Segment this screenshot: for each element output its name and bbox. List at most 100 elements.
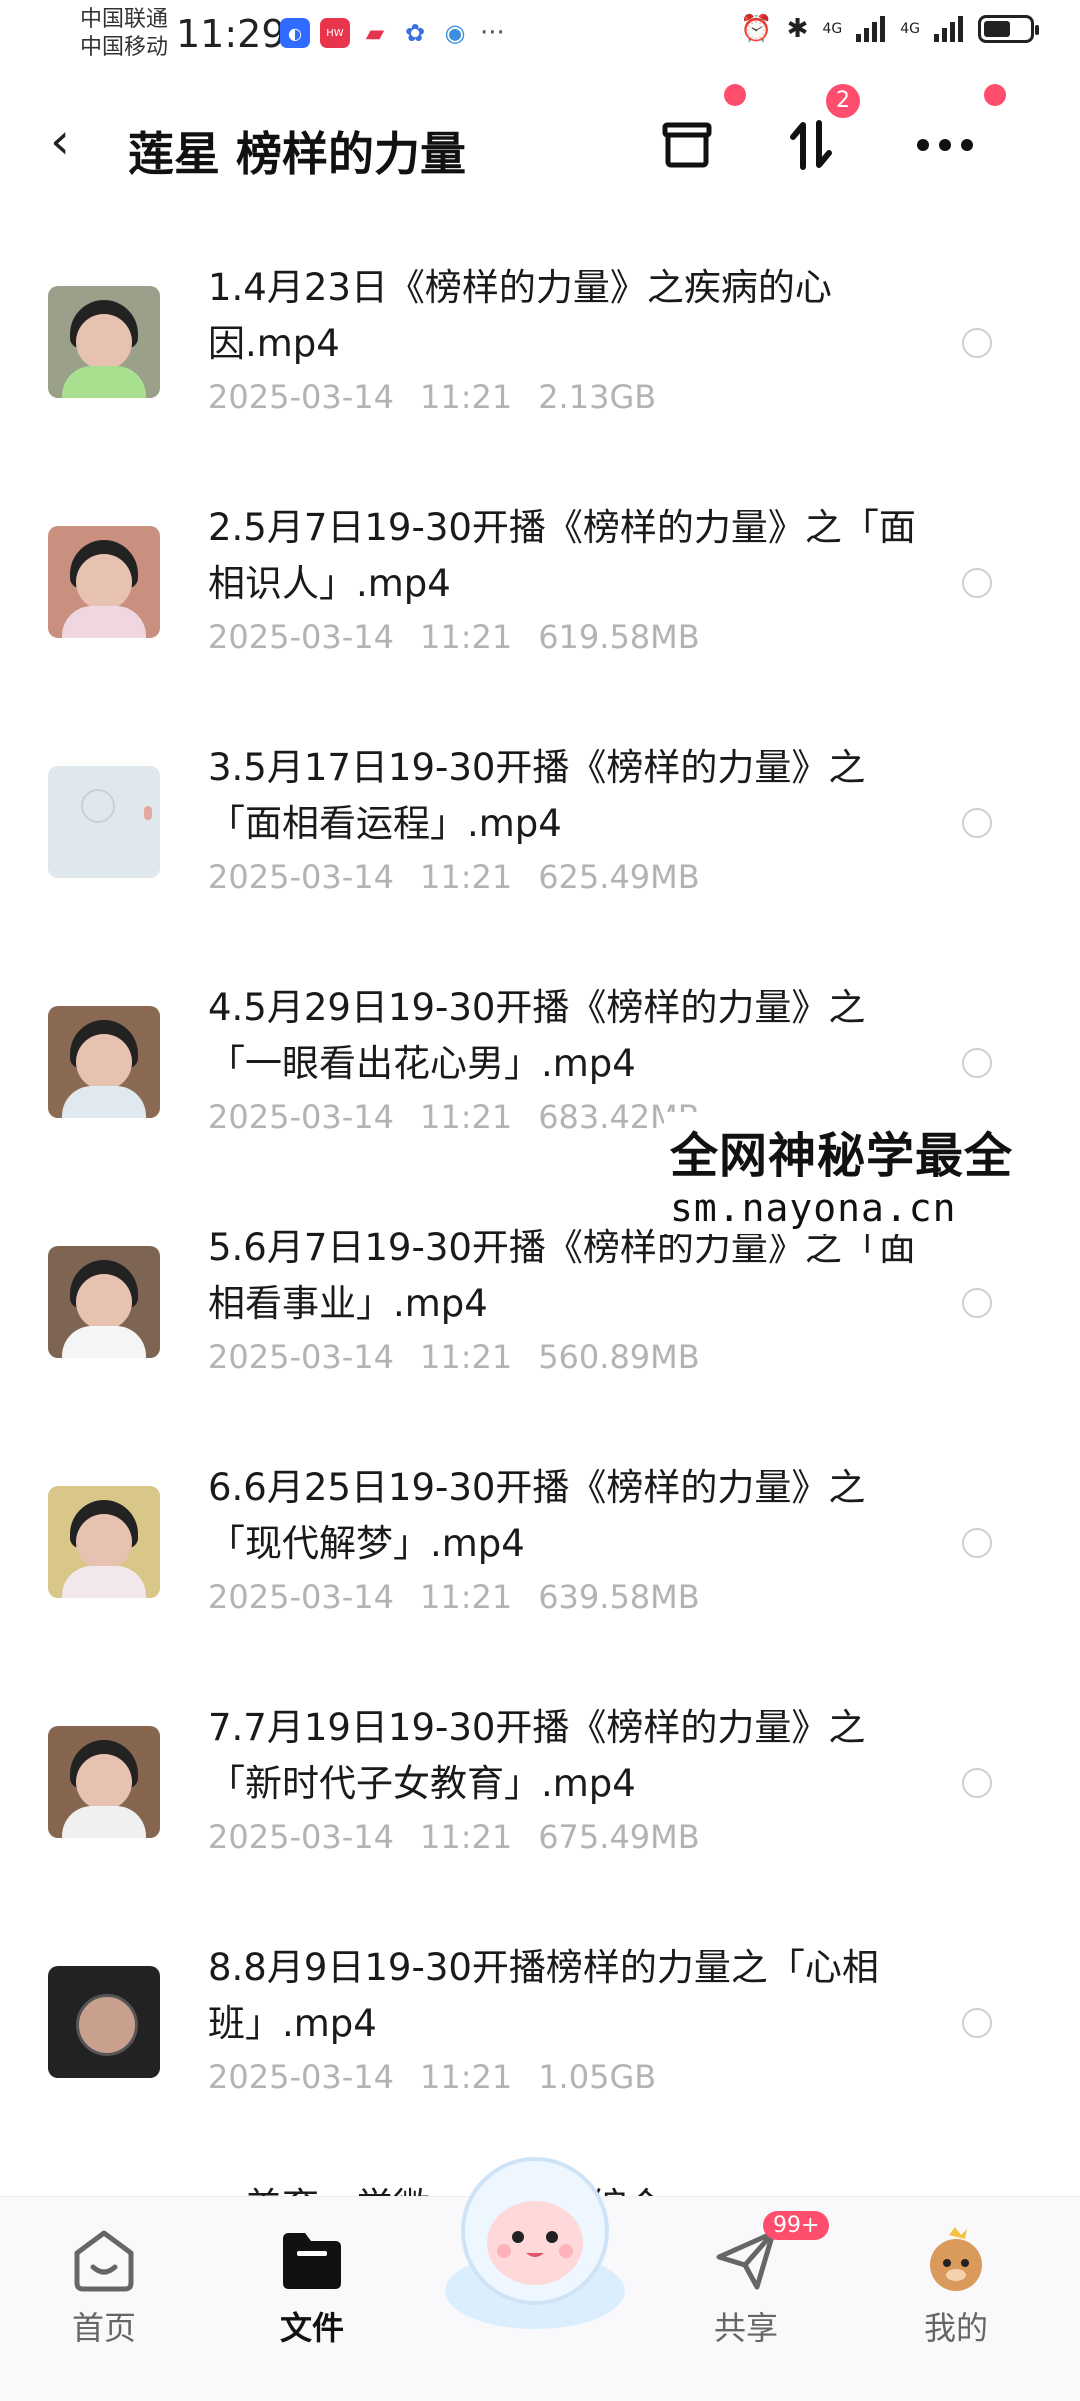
video-thumbnail — [48, 1726, 160, 1838]
file-date: 2025-03-14 — [208, 1578, 394, 1616]
select-radio[interactable] — [962, 2008, 992, 2038]
status-bar: 中国联通 中国移动 11:29 ◐ HW ▰ ✿ ◉ ··· ⏰ ✱ 4G 4G — [0, 0, 1080, 72]
carrier-info: 中国联通 中国移动 — [80, 6, 168, 62]
browser-icon: ◉ — [440, 18, 470, 48]
huawei-icon: HW — [320, 18, 350, 48]
nav-share[interactable]: 99+ 共享 — [666, 2211, 830, 2349]
more-notifications-icon: ··· — [480, 18, 505, 48]
video-thumbnail — [48, 1966, 160, 2078]
battery-level — [984, 21, 1010, 37]
network-type-2: 4G — [900, 21, 920, 37]
select-radio[interactable] — [962, 1288, 992, 1318]
file-size: 1.05GB — [538, 2058, 657, 2096]
file-meta: 2025-03-14 11:21 619.58MB — [208, 618, 700, 656]
select-radio[interactable] — [962, 808, 992, 838]
book-icon: ▰ — [360, 18, 390, 48]
video-thumbnail — [48, 286, 160, 398]
avatar-icon — [930, 2227, 982, 2291]
file-name: 1.4月23日《榜样的力量》之疾病的心因.mp4 — [208, 266, 832, 365]
select-radio[interactable] — [962, 328, 992, 358]
video-thumbnail — [48, 1006, 160, 1118]
more-button[interactable] — [910, 110, 980, 180]
file-time: 11:21 — [419, 618, 513, 656]
top-bar: ‹ 莲星 榜样的力量 2 — [0, 84, 1080, 200]
file-meta: 2025-03-14 11:21 625.49MB — [208, 858, 700, 896]
page-title: 莲星 榜样的力量 — [128, 127, 467, 181]
file-row[interactable]: 6.6月25日19-30开播《榜样的力量》之「现代解梦」.mp4 2025-03… — [0, 1460, 1080, 1700]
file-size: 639.58MB — [538, 1578, 700, 1616]
file-name: 5.6月7日19-30开播《榜样的力量》之「面相看事业」.mp4 — [208, 1226, 916, 1325]
file-size: 619.58MB — [538, 618, 700, 656]
folder-icon — [283, 2233, 341, 2289]
video-thumbnail — [48, 1486, 160, 1598]
baidu-icon: ✿ — [400, 18, 430, 48]
nav-mine[interactable]: 我的 — [876, 2225, 1036, 2349]
nav-files-label: 文件 — [279, 2309, 344, 2347]
select-radio[interactable] — [962, 1048, 992, 1078]
more-icon — [917, 139, 973, 151]
status-time: 11:29 — [176, 12, 286, 56]
file-date: 2025-03-14 — [208, 378, 394, 416]
file-size: 2.13GB — [538, 378, 657, 416]
sort-icon — [790, 120, 832, 170]
file-meta: 2025-03-14 11:21 683.42MB — [208, 1098, 700, 1136]
file-time: 11:21 — [419, 1098, 513, 1136]
file-time: 11:21 — [419, 858, 513, 896]
nav-home-label: 首页 — [71, 2309, 136, 2347]
file-meta: 2025-03-14 11:21 639.58MB — [208, 1578, 700, 1616]
file-time: 11:21 — [419, 1578, 513, 1616]
home-icon — [74, 2230, 134, 2292]
file-size: 625.49MB — [538, 858, 700, 896]
file-meta: 2025-03-14 11:21 560.89MB — [208, 1338, 700, 1376]
file-row[interactable]: 7.7月19日19-30开播《榜样的力量》之「新时代子女教育」.mp4 2025… — [0, 1700, 1080, 1940]
file-name: 7.7月19日19-30开播《榜样的力量》之「新时代子女教育」.mp4 — [208, 1706, 866, 1805]
sort-badge: 2 — [826, 84, 860, 118]
select-radio[interactable] — [962, 1768, 992, 1798]
select-radio[interactable] — [962, 568, 992, 598]
nav-mine-label: 我的 — [923, 2309, 988, 2347]
file-time: 11:21 — [419, 2058, 513, 2096]
carrier-1: 中国联通 — [80, 7, 169, 32]
notification-dot — [984, 84, 1006, 106]
alarm-icon: ⏰ — [740, 14, 773, 44]
watermark-line-1: 全网神秘学最全 — [670, 1128, 1014, 1184]
nav-share-label: 共享 — [713, 2309, 778, 2347]
archive-icon — [662, 122, 712, 168]
file-date: 2025-03-14 — [208, 858, 394, 896]
bottom-nav: 首页 文件 99+ 共享 我的 — [0, 2157, 1080, 2401]
file-row[interactable]: 3.5月17日19-30开播《榜样的力量》之「面相看运程」.mp4 2025-0… — [0, 740, 1080, 980]
file-date: 2025-03-14 — [208, 1818, 394, 1856]
video-thumbnail — [48, 526, 160, 638]
archive-button[interactable] — [652, 110, 722, 180]
app-notification-icon: ◐ — [280, 18, 310, 48]
file-date: 2025-03-14 — [208, 618, 394, 656]
file-date: 2025-03-14 — [208, 2058, 394, 2096]
video-thumbnail — [48, 766, 160, 878]
file-name: 2.5月7日19-30开播《榜样的力量》之「面相识人」.mp4 — [208, 506, 916, 605]
file-date: 2025-03-14 — [208, 1338, 394, 1376]
mascot-button[interactable] — [430, 2131, 640, 2341]
notification-icons: ◐ HW ▰ ✿ ◉ ··· — [280, 18, 505, 48]
status-right: ⏰ ✱ 4G 4G — [740, 14, 1039, 44]
nav-home[interactable]: 首页 — [24, 2225, 184, 2349]
watermark: 全网神秘学最全 sm.nayona.cn — [664, 1112, 1020, 1234]
file-size: 560.89MB — [538, 1338, 700, 1376]
network-type-1: 4G — [822, 21, 843, 37]
watermark-line-2: sm.nayona.cn — [670, 1186, 957, 1230]
signal-icon — [856, 16, 886, 42]
file-name: 8.8月9日19-30开播榜样的力量之「心相班」.mp4 — [208, 1946, 879, 2045]
file-row[interactable]: 5.6月7日19-30开播《榜样的力量》之「面相看事业」.mp4 2025-03… — [0, 1220, 1080, 1460]
file-time: 11:21 — [419, 1338, 513, 1376]
file-row[interactable]: 2.5月7日19-30开播《榜样的力量》之「面相识人」.mp4 2025-03-… — [0, 500, 1080, 740]
bluetooth-icon: ✱ — [786, 14, 809, 44]
file-meta: 2025-03-14 11:21 675.49MB — [208, 1818, 700, 1856]
back-button[interactable]: ‹ — [50, 112, 70, 170]
nav-files[interactable]: 文件 — [232, 2225, 392, 2349]
signal-icon — [934, 16, 963, 42]
battery-icon — [978, 15, 1039, 43]
carrier-2: 中国移动 — [80, 35, 169, 60]
sort-button[interactable] — [776, 110, 846, 180]
file-name: 3.5月17日19-30开播《榜样的力量》之「面相看运程」.mp4 — [208, 746, 866, 845]
file-row[interactable]: 1.4月23日《榜样的力量》之疾病的心因.mp4 2025-03-14 11:21… — [0, 260, 1080, 500]
select-radio[interactable] — [962, 1528, 992, 1558]
